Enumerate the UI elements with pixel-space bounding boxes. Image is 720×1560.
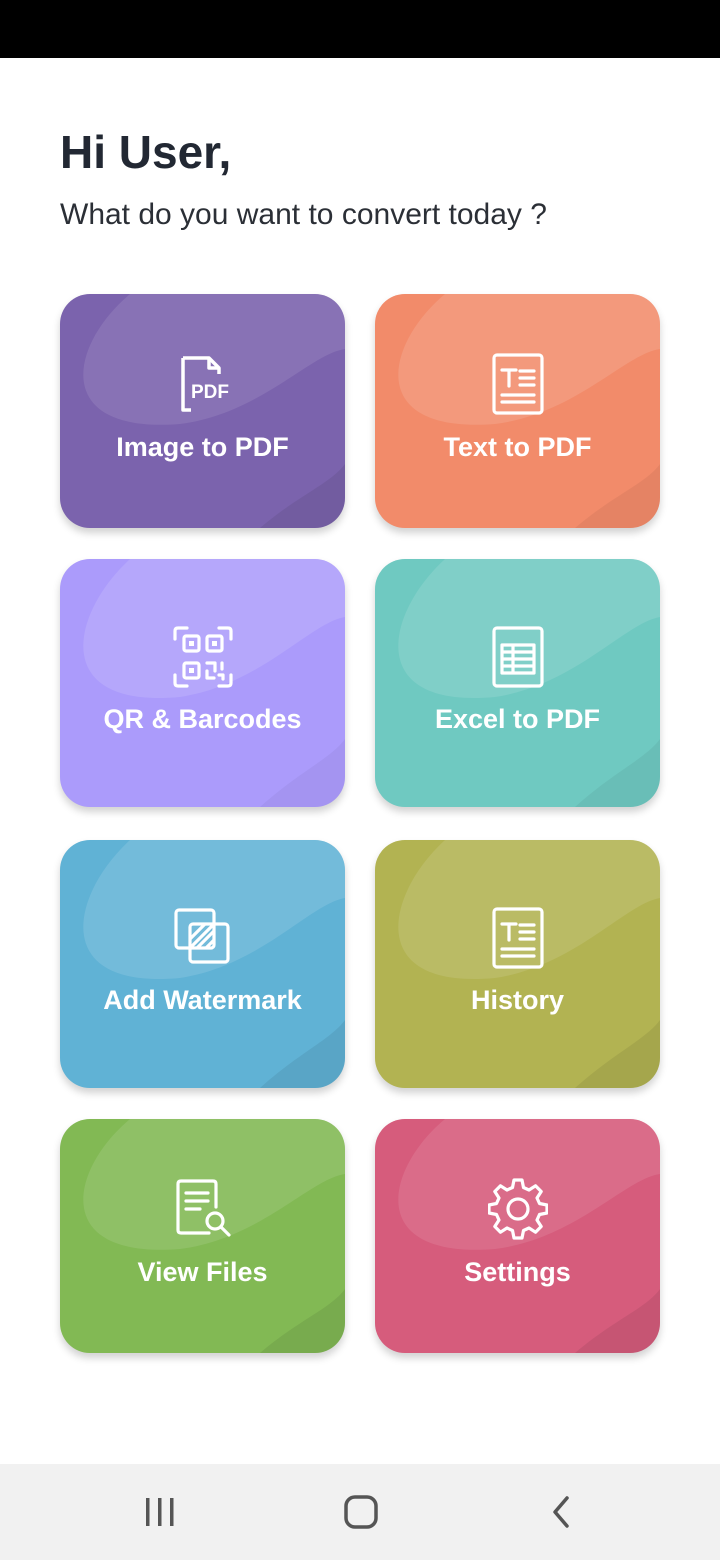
- history-tile[interactable]: History: [375, 840, 660, 1088]
- tile-label: Settings: [464, 1257, 571, 1287]
- svg-text:PDF: PDF: [191, 382, 229, 403]
- recent-apps-icon: [146, 1498, 174, 1526]
- back-icon: [553, 1496, 569, 1528]
- greeting-title: Hi User,: [60, 126, 232, 178]
- pdf-file-icon: PDF: [173, 352, 233, 416]
- tile-label: Text to PDF: [443, 432, 592, 462]
- status-bar: [0, 0, 720, 58]
- text-document-icon: [488, 352, 548, 416]
- tile-label: Add Watermark: [103, 985, 302, 1015]
- tile-label: View Files: [137, 1257, 268, 1287]
- system-navigation-bar: [0, 1464, 720, 1560]
- add-watermark-tile[interactable]: Add Watermark: [60, 840, 345, 1088]
- history-document-icon: [488, 906, 548, 970]
- home-icon: [344, 1495, 378, 1529]
- home-button[interactable]: [301, 1464, 421, 1560]
- tile-label: Image to PDF: [116, 432, 289, 462]
- back-button[interactable]: [502, 1464, 622, 1560]
- greeting-subtitle: What do you want to convert today ?: [60, 198, 547, 231]
- tile-label: History: [470, 985, 565, 1015]
- qr-code-icon: [172, 625, 233, 689]
- text-to-pdf-tile[interactable]: Text to PDF: [375, 294, 660, 528]
- gear-icon: [487, 1177, 548, 1241]
- tile-label: Excel to PDF: [434, 704, 601, 734]
- view-files-tile[interactable]: View Files: [60, 1119, 345, 1353]
- watermark-icon: [173, 906, 233, 970]
- file-search-icon: [173, 1177, 233, 1241]
- excel-to-pdf-tile[interactable]: Excel to PDF: [375, 559, 660, 807]
- settings-tile[interactable]: Settings: [375, 1119, 660, 1353]
- qr-barcodes-tile[interactable]: QR & Barcodes: [60, 559, 345, 807]
- spreadsheet-icon: [488, 625, 548, 689]
- recent-apps-button[interactable]: [100, 1464, 220, 1560]
- image-to-pdf-tile[interactable]: PDF Image to PDF: [60, 294, 345, 528]
- tile-label: QR & Barcodes: [103, 704, 302, 734]
